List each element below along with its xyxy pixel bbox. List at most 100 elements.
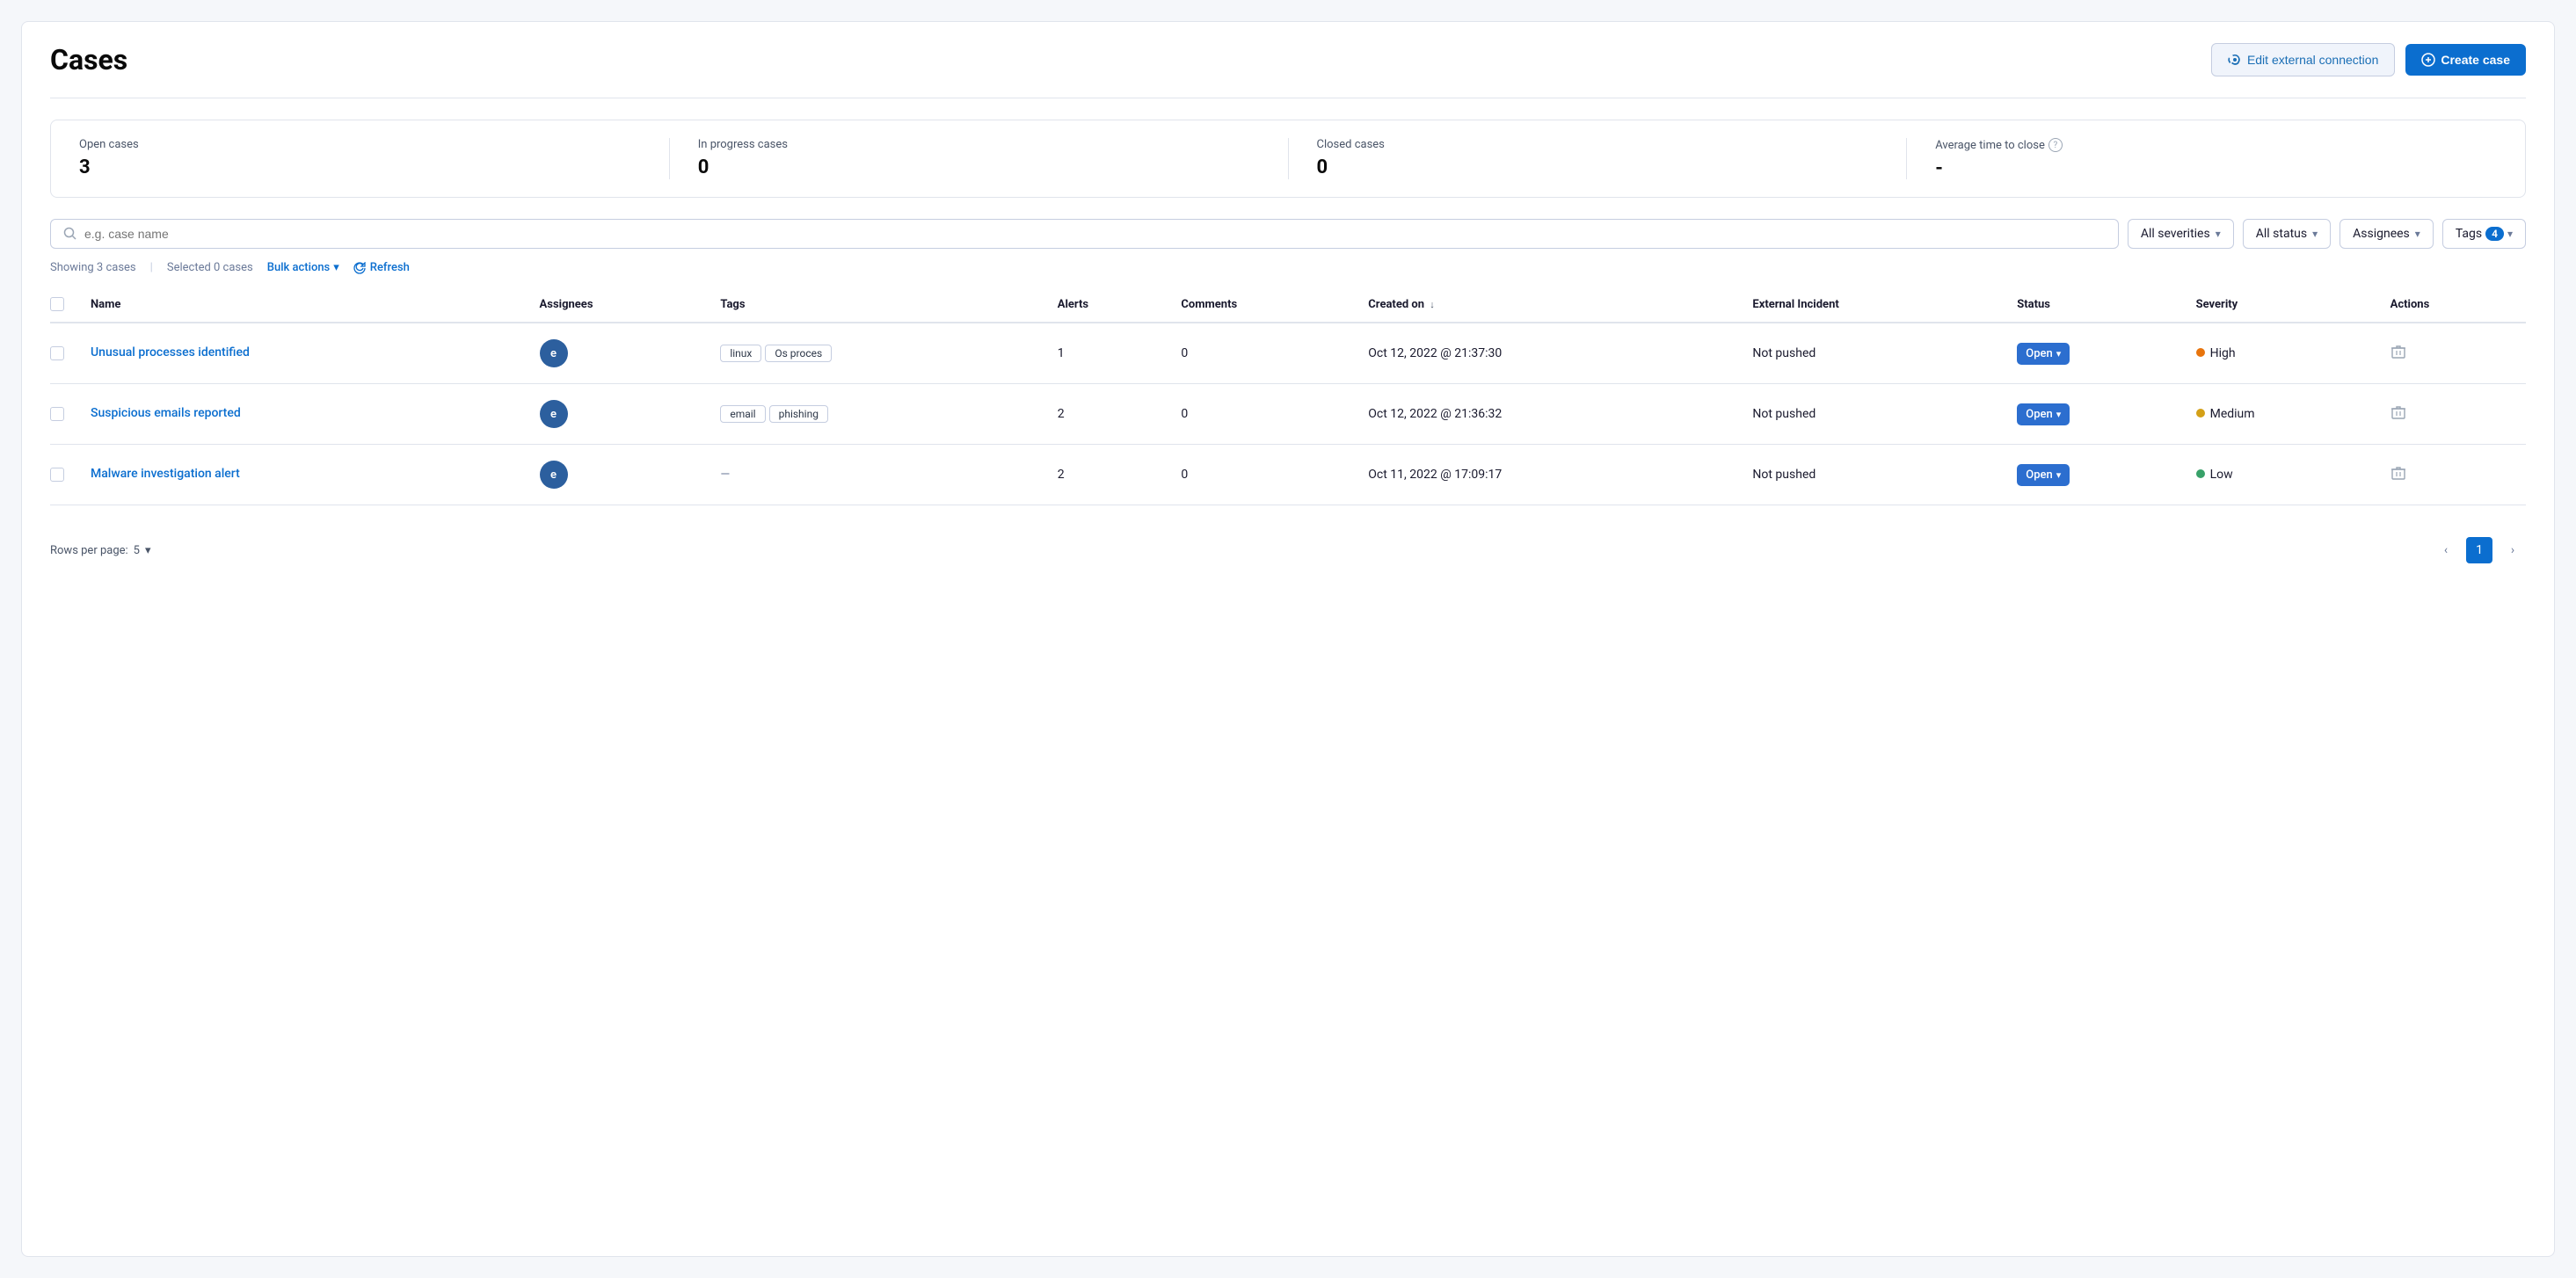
delete-button[interactable] [2390,468,2406,484]
tag-pill[interactable]: email [720,405,765,423]
created-on-cell: Oct 12, 2022 @ 21:36:32 [1359,384,1743,445]
case-name-cell: Suspicious emails reported [82,384,531,445]
status-badge[interactable]: Open ▾ [2017,464,2070,486]
stat-in-progress: In progress cases 0 [698,138,1289,179]
external-incident-cell: Not pushed [1743,384,2008,445]
refresh-button[interactable]: Refresh [353,261,410,274]
plus-circle-icon [2421,53,2435,67]
row-checkbox-cell [50,323,82,384]
bulk-actions-label: Bulk actions [267,261,331,274]
case-name-link[interactable]: Malware investigation alert [91,466,522,483]
status-cell: Open ▾ [2008,323,2187,384]
comments-cell: 0 [1172,323,1359,384]
assignees-cell: e [531,445,712,505]
stats-bar: Open cases 3 In progress cases 0 Closed … [50,120,2526,198]
tags-cell: linuxOs proces [711,323,1048,384]
status-filter[interactable]: All status ▾ [2243,219,2331,249]
severity-dot-icon [2196,348,2205,357]
alerts-cell: 2 [1049,384,1173,445]
col-tags: Tags [711,287,1048,323]
row-checkbox[interactable] [50,407,64,421]
col-external-incident: External Incident [1743,287,2008,323]
tag-pill[interactable]: phishing [769,405,828,423]
row-checkbox[interactable] [50,346,64,360]
delete-button[interactable] [2390,407,2406,424]
refresh-icon [353,262,366,274]
create-case-label: Create case [2441,53,2510,67]
case-name-cell: Malware investigation alert [82,445,531,505]
select-all-checkbox[interactable] [50,297,64,311]
status-filter-label: All status [2256,227,2307,241]
severity-filter[interactable]: All severities ▾ [2128,219,2234,249]
case-name-link[interactable]: Suspicious emails reported [91,405,522,423]
comments-cell: 0 [1172,445,1359,505]
status-chevron-icon: ▾ [2056,409,2062,420]
row-checkbox[interactable] [50,468,64,482]
comments-cell: 0 [1172,384,1359,445]
row-checkbox-cell [50,445,82,505]
col-actions: Actions [2382,287,2526,323]
page-1-button[interactable]: 1 [2466,537,2492,563]
info-icon: ? [2048,138,2063,152]
status-badge[interactable]: Open ▾ [2017,343,2070,365]
assignees-cell: e [531,323,712,384]
severity-label: Low [2210,468,2233,482]
no-tags: — [720,468,730,482]
avatar: e [540,339,568,367]
col-comments: Comments [1172,287,1359,323]
search-box[interactable] [50,219,2119,249]
rows-per-page-control[interactable]: Rows per page: 5 ▾ [50,544,151,557]
edit-connection-label: Edit external connection [2247,53,2378,67]
external-incident-cell: Not pushed [1743,323,2008,384]
assignees-filter-label: Assignees [2353,227,2410,241]
tags-cell: emailphishing [711,384,1048,445]
tag-pill[interactable]: linux [720,345,761,362]
status-chevron-icon: ▾ [2312,228,2318,240]
stat-open-value: 3 [79,156,641,178]
search-input[interactable] [84,227,2106,241]
connection-icon [2228,53,2242,67]
severity-cell: Low [2187,445,2382,505]
assignees-cell: e [531,384,712,445]
severity-chevron-icon: ▾ [2216,228,2221,240]
bulk-actions-button[interactable]: Bulk actions ▾ [267,261,339,274]
footer-row: Rows per page: 5 ▾ ‹ 1 › [50,523,2526,563]
created-on-sort-icon: ↓ [1430,299,1435,310]
rows-per-page-chevron-icon: ▾ [145,544,151,557]
status-label: Open [2026,468,2052,482]
severity-dot-icon [2196,469,2205,478]
table-row: Malware investigation alerte—20Oct 11, 2… [50,445,2526,505]
assignees-filter[interactable]: Assignees ▾ [2340,219,2434,249]
created-on-cell: Oct 11, 2022 @ 17:09:17 [1359,445,1743,505]
selected-cases-label: Selected 0 cases [167,261,253,274]
rows-per-page-label: Rows per page: [50,544,128,557]
col-created-on: Created on ↓ [1359,287,1743,323]
tags-filter-label: Tags [2456,227,2482,241]
create-case-button[interactable]: Create case [2405,44,2526,76]
status-cell: Open ▾ [2008,384,2187,445]
case-name-cell: Unusual processes identified [82,323,531,384]
next-page-button[interactable]: › [2500,537,2526,563]
col-checkbox [50,287,82,323]
severity-label: High [2210,346,2236,360]
avatar: e [540,400,568,428]
col-alerts: Alerts [1049,287,1173,323]
tags-filter[interactable]: Tags 4 ▾ [2442,219,2526,249]
page-title: Cases [50,43,127,76]
search-icon [63,227,77,241]
filter-row: All severities ▾ All status ▾ Assignees … [50,219,2526,249]
trash-icon [2390,404,2406,420]
prev-page-button[interactable]: ‹ [2433,537,2459,563]
stat-closed-label: Closed cases [1317,138,1879,151]
delete-button[interactable] [2390,346,2406,363]
actions-cell [2382,445,2526,505]
page-header: Cases Edit external connection Create ca… [50,43,2526,76]
col-assignees: Assignees [531,287,712,323]
case-name-link[interactable]: Unusual processes identified [91,345,522,362]
refresh-label: Refresh [370,261,410,274]
alerts-cell: 1 [1049,323,1173,384]
tag-pill[interactable]: Os proces [765,345,832,362]
stat-closed: Closed cases 0 [1317,138,1908,179]
edit-connection-button[interactable]: Edit external connection [2211,43,2395,76]
status-badge[interactable]: Open ▾ [2017,403,2070,425]
